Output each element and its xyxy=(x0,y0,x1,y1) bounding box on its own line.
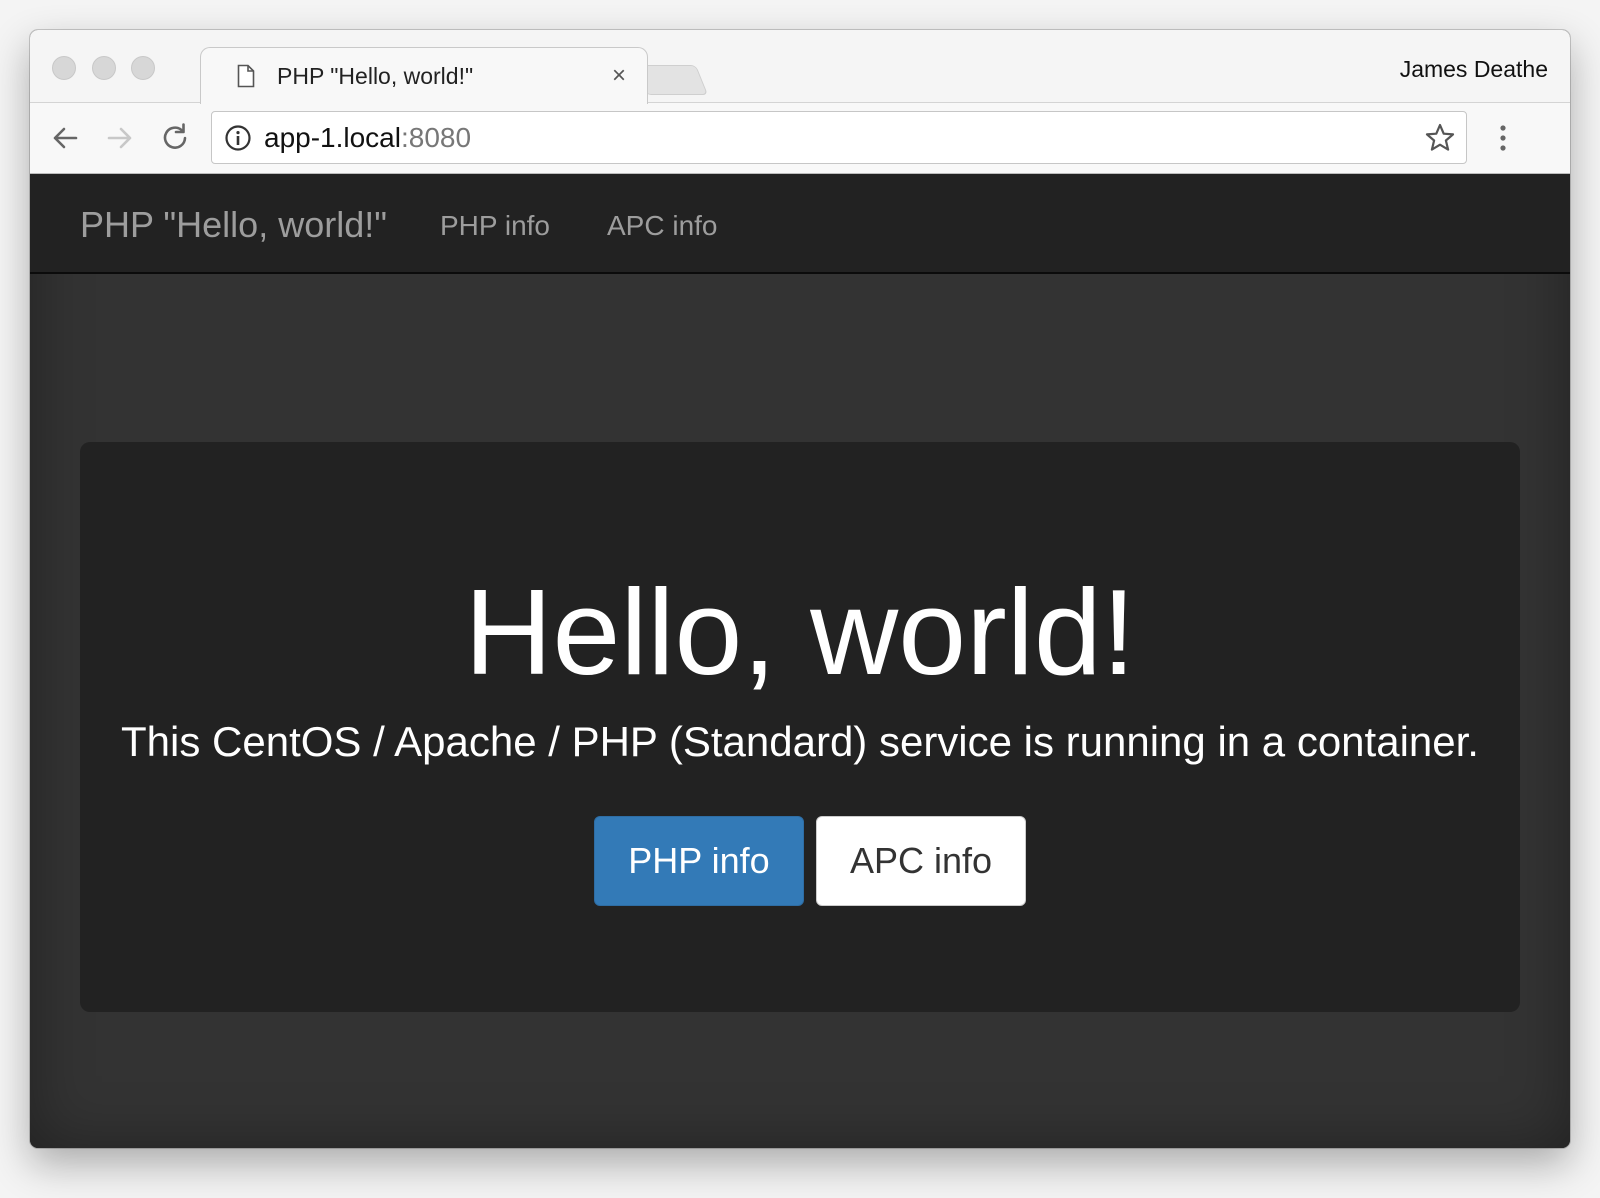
reload-icon[interactable] xyxy=(156,119,194,157)
info-icon[interactable] xyxy=(224,124,252,152)
hero-description: This CentOS / Apache / PHP (Standard) se… xyxy=(121,718,1479,765)
active-tab[interactable]: PHP "Hello, world!" × xyxy=(200,47,648,104)
window-zoom-dot[interactable] xyxy=(131,56,155,80)
browser-toolbar: app-1.local:8080 xyxy=(30,103,1570,174)
page-content: PHP "Hello, world!" PHP info APC info He… xyxy=(30,174,1570,1148)
window-minimize-dot[interactable] xyxy=(92,56,116,80)
tab-title: PHP "Hello, world!" xyxy=(277,63,474,89)
more-vertical-icon[interactable] xyxy=(1490,119,1516,157)
url-host: app-1.local xyxy=(264,122,401,153)
url-text[interactable]: app-1.local:8080 xyxy=(264,122,471,154)
arrow-left-icon[interactable] xyxy=(46,119,84,157)
star-icon[interactable] xyxy=(1424,122,1456,154)
profile-name[interactable]: James Deathe xyxy=(1400,56,1548,83)
url-port: :8080 xyxy=(400,122,472,153)
address-bar[interactable]: app-1.local:8080 xyxy=(211,111,1467,164)
window-close-dot[interactable] xyxy=(52,56,76,80)
tab-strip: PHP "Hello, world!" × James Deathe xyxy=(30,30,1570,104)
page-icon xyxy=(237,64,255,88)
navbar-brand[interactable]: PHP "Hello, world!" xyxy=(80,204,387,246)
close-tab-icon[interactable]: × xyxy=(605,62,633,90)
nav-link-php-info[interactable]: PHP info xyxy=(440,210,550,242)
browser-window: PHP "Hello, world!" × James Deathe app-1… xyxy=(30,30,1570,1148)
jumbotron: Hello, world! This CentOS / Apache / PHP… xyxy=(80,442,1520,1012)
nav-link-apc-info[interactable]: APC info xyxy=(607,210,718,242)
site-navbar: PHP "Hello, world!" PHP info APC info xyxy=(30,174,1570,274)
apc-info-button[interactable]: APC info xyxy=(816,816,1026,906)
php-info-button[interactable]: PHP info xyxy=(594,816,804,906)
arrow-right-icon[interactable] xyxy=(101,119,139,157)
hero-title: Hello, world! xyxy=(464,564,1136,700)
